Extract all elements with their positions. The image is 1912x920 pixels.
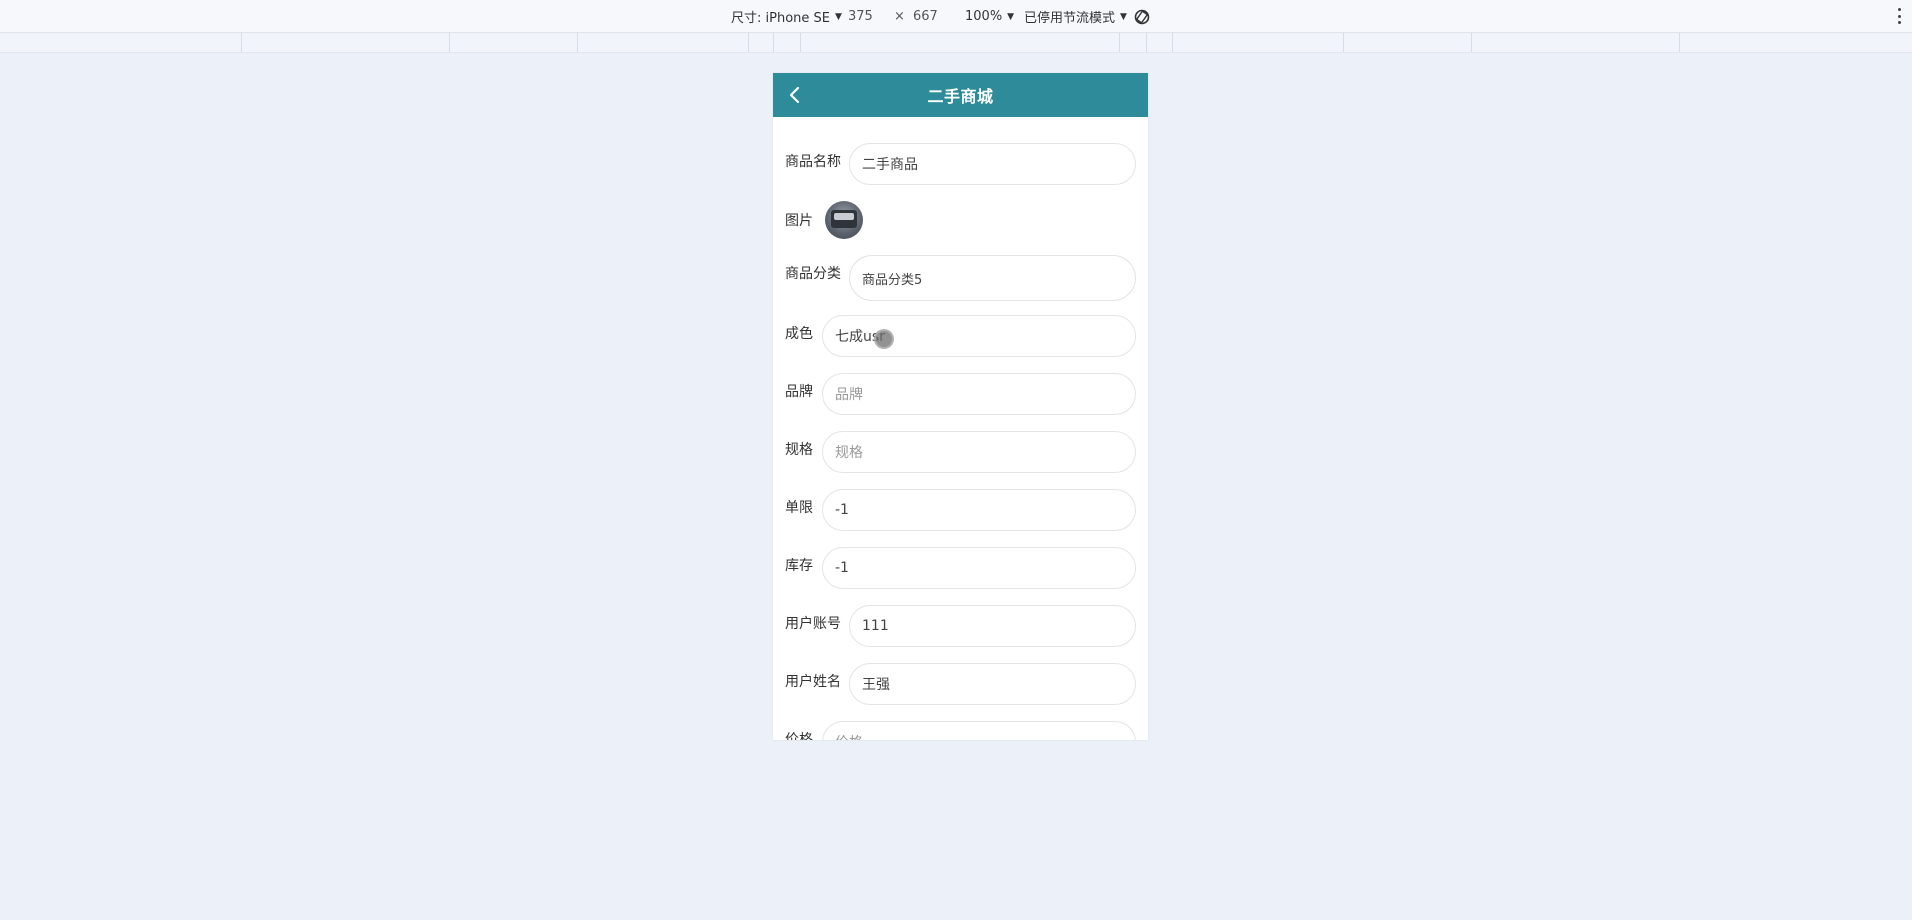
- spec-label: 规格: [785, 442, 813, 458]
- touch-cursor: [874, 329, 894, 349]
- brand-label: 品牌: [785, 384, 813, 400]
- category-select[interactable]: 商品分类5: [849, 255, 1136, 301]
- category-label: 商品分类: [785, 266, 841, 282]
- form-row-limit: 单限 -1: [773, 489, 1148, 533]
- device-selector[interactable]: 尺寸: iPhone SE ▼: [731, 0, 842, 33]
- form-row-condition: 成色 七成usr: [773, 315, 1148, 359]
- chevron-down-icon: ▼: [1120, 11, 1127, 22]
- more-options-icon[interactable]: [1898, 8, 1902, 24]
- name-label: 商品名称: [785, 154, 841, 170]
- page-title: 二手商城: [927, 87, 994, 106]
- form-row-image: 图片: [773, 201, 1148, 241]
- throttle-selector[interactable]: 已停用节流模式 ▼: [1024, 0, 1127, 33]
- form-row-name: 商品名称 二手商品: [773, 143, 1148, 187]
- zoom-selector[interactable]: 100% ▼: [965, 0, 1014, 33]
- account-label: 用户账号: [785, 616, 841, 632]
- zoom-value: 100%: [965, 9, 1003, 24]
- width-input[interactable]: 375: [848, 0, 873, 33]
- username-input[interactable]: 王强: [849, 663, 1136, 705]
- stock-label: 库存: [785, 558, 813, 574]
- media-query-bar[interactable]: [0, 33, 1912, 53]
- spec-input[interactable]: 规格: [822, 431, 1136, 473]
- form-row-username: 用户姓名 王强: [773, 663, 1148, 707]
- chevron-down-icon: ▼: [1007, 11, 1015, 22]
- condition-input[interactable]: 七成usr: [822, 315, 1136, 357]
- stock-input[interactable]: -1: [822, 547, 1136, 589]
- limit-input[interactable]: -1: [822, 489, 1136, 531]
- brand-input[interactable]: 品牌: [822, 373, 1136, 415]
- phone-viewport: 二手商城 商品名称 二手商品 图片 商品分类 商品分类5 成色 七成usr 品牌: [773, 73, 1148, 740]
- form-row-category: 商品分类 商品分类5: [773, 255, 1148, 301]
- width-value: 375: [848, 9, 873, 24]
- times-sign: ×: [894, 9, 905, 24]
- rotate-icon[interactable]: [1133, 0, 1151, 33]
- condition-label: 成色: [785, 326, 813, 342]
- height-value: 667: [913, 9, 938, 24]
- product-image-thumbnail[interactable]: [825, 201, 863, 239]
- chevron-down-icon: ▼: [835, 11, 842, 22]
- form-row-account: 用户账号 111: [773, 605, 1148, 649]
- username-label: 用户姓名: [785, 674, 841, 690]
- account-input[interactable]: 111: [849, 605, 1136, 647]
- height-input[interactable]: 667: [913, 0, 938, 33]
- form-row-price: 价格 价格: [773, 721, 1148, 740]
- image-label: 图片: [785, 213, 813, 229]
- device-toolbar: 尺寸: iPhone SE ▼ 375 × 667 100% ▼ 已停用节流模式…: [0, 0, 1912, 33]
- dimension-separator: ×: [894, 0, 905, 33]
- limit-label: 单限: [785, 500, 813, 516]
- form-row-spec: 规格 规格: [773, 431, 1148, 475]
- back-arrow-icon[interactable]: [785, 83, 807, 107]
- price-input[interactable]: 价格: [822, 721, 1136, 740]
- form-row-stock: 库存 -1: [773, 547, 1148, 591]
- app-header: 二手商城: [773, 73, 1148, 117]
- throttle-value: 已停用节流模式: [1024, 11, 1116, 26]
- device-label: 尺寸: iPhone SE: [731, 11, 830, 26]
- name-input[interactable]: 二手商品: [849, 143, 1136, 185]
- form-row-brand: 品牌 品牌: [773, 373, 1148, 417]
- price-label: 价格: [785, 732, 813, 740]
